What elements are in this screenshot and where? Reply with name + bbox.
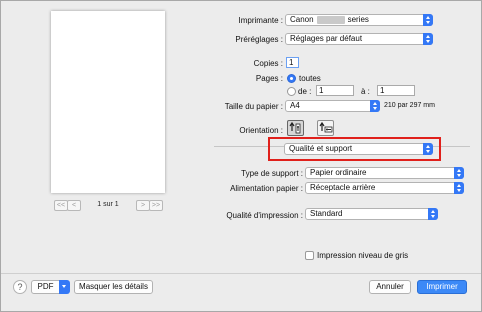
pages-all-radio[interactable]	[287, 74, 296, 83]
paper-size-stepper-icon	[370, 100, 380, 112]
media-type-value: Papier ordinaire	[310, 168, 367, 177]
presets-select-stepper-icon	[423, 33, 433, 45]
print-quality-label: Qualité d'impression :	[226, 211, 303, 220]
pages-to-label: à :	[361, 87, 370, 96]
grayscale-label: Impression niveau de gris	[317, 251, 409, 260]
pages-range-radio[interactable]	[287, 87, 296, 96]
cancel-button[interactable]: Annuler	[369, 280, 411, 294]
portrait-icon	[289, 121, 301, 134]
orientation-landscape-button[interactable]	[317, 120, 334, 136]
section-select-stepper-icon	[423, 143, 433, 155]
paper-source-label: Alimentation papier :	[230, 184, 303, 193]
media-type-select[interactable]: Papier ordinaire	[305, 167, 464, 179]
hide-details-button[interactable]: Masquer les détails	[74, 280, 153, 294]
pages-label: Pages :	[255, 74, 283, 83]
orientation-portrait-button[interactable]	[287, 120, 304, 136]
section-select[interactable]: Qualité et support	[284, 143, 433, 155]
presets-value: Réglages par défaut	[290, 34, 363, 43]
paper-size-label: Taille du papier :	[224, 102, 283, 111]
copies-label: Copies :	[253, 59, 283, 68]
pdf-button[interactable]: PDF	[31, 280, 60, 294]
print-quality-select[interactable]: Standard	[305, 208, 438, 220]
media-type-stepper-icon	[454, 167, 464, 179]
print-dialog: << < 1 sur 1 > >> Imprimante : Canon seri…	[0, 0, 482, 312]
next-page-button[interactable]: >	[136, 200, 150, 211]
paper-dimensions: 210 par 297 mm	[384, 102, 435, 109]
printer-name-suffix: series	[347, 15, 369, 24]
page-indicator: 1 sur 1	[97, 201, 119, 208]
copies-field[interactable]: 1	[286, 57, 299, 68]
first-page-button[interactable]: <<	[54, 200, 68, 211]
pages-all-label: toutes	[299, 74, 321, 83]
paper-size-select[interactable]: A4	[285, 100, 380, 112]
print-quality-value: Standard	[310, 209, 343, 218]
printer-model-redacted	[316, 15, 345, 24]
printer-name-prefix: Canon	[290, 15, 314, 24]
section-value: Qualité et support	[289, 144, 353, 153]
paper-source-value: Réceptacle arrière	[310, 183, 376, 192]
pages-from-field[interactable]: 1	[316, 85, 354, 96]
paper-size-value: A4	[290, 101, 300, 110]
orientation-label: Orientation :	[239, 126, 283, 135]
paper-source-select[interactable]: Réceptacle arrière	[305, 182, 464, 194]
presets-label: Préréglages :	[235, 35, 283, 44]
print-quality-stepper-icon	[428, 208, 438, 220]
preview-pager: << < 1 sur 1 > >>	[50, 198, 166, 212]
paper-source-stepper-icon	[454, 182, 464, 194]
print-button[interactable]: Imprimer	[417, 280, 467, 294]
landscape-icon	[319, 121, 333, 133]
printer-select[interactable]: Canon series	[285, 14, 433, 26]
previous-page-button[interactable]: <	[67, 200, 81, 211]
last-page-button[interactable]: >>	[149, 200, 163, 211]
help-button[interactable]: ?	[13, 280, 27, 294]
page-preview	[51, 11, 165, 193]
printer-label: Imprimante :	[238, 16, 283, 25]
pages-from-label: de :	[298, 87, 312, 96]
presets-select[interactable]: Réglages par défaut	[285, 33, 433, 45]
footer-divider	[1, 273, 481, 274]
printer-select-stepper-icon	[423, 14, 433, 26]
pages-to-field[interactable]: 1	[377, 85, 415, 96]
pdf-menu-arrow-icon[interactable]	[59, 280, 70, 294]
grayscale-checkbox[interactable]	[305, 251, 314, 260]
media-type-label: Type de support :	[241, 169, 303, 178]
